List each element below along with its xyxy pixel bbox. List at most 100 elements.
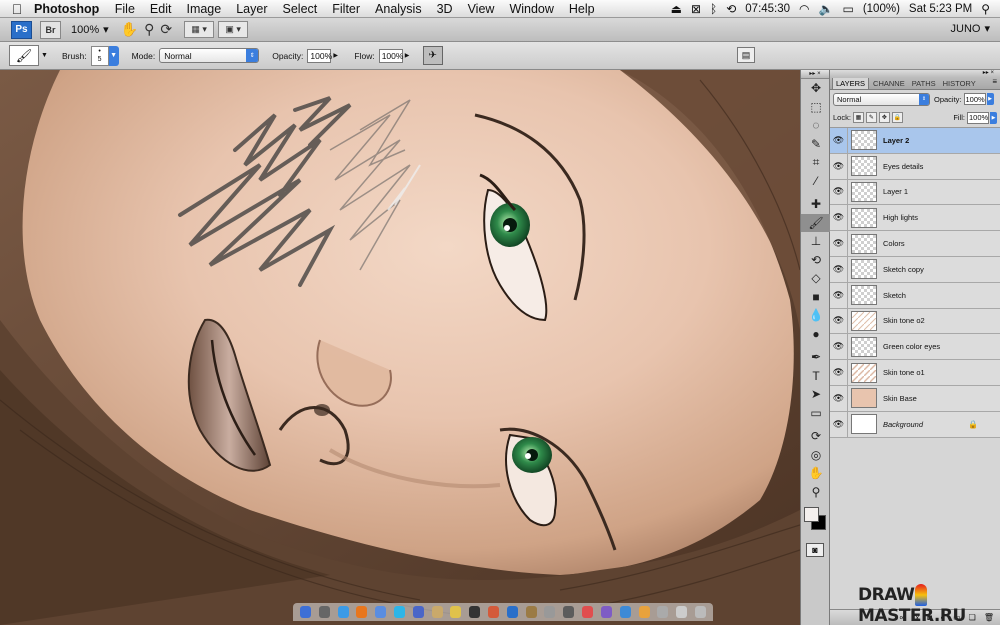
opacity-input[interactable]: 100%	[307, 48, 332, 63]
rotate-view-icon[interactable]: ⟳	[160, 21, 172, 38]
firefox-icon[interactable]	[356, 606, 368, 618]
eye-icon[interactable]: 👁	[830, 411, 848, 437]
x-box-icon[interactable]: ⊠	[691, 2, 701, 16]
time-machine-icon[interactable]: ⟲	[726, 2, 736, 16]
menu-datetime[interactable]: Sat 5:23 PM	[909, 3, 972, 15]
app-menu-name[interactable]: Photoshop	[34, 2, 99, 16]
gradient-tool-icon[interactable]: ■	[801, 288, 831, 307]
layer-row[interactable]: 👁 Eyes details	[830, 153, 1000, 180]
document-canvas[interactable]	[0, 70, 800, 625]
trash-icon[interactable]	[694, 606, 706, 618]
layer-opacity-slider-toggle[interactable]: ▶	[986, 93, 994, 105]
layer-row[interactable]: 👁 Skin tone o2	[830, 308, 1000, 335]
3d-orbit-tool-icon[interactable]: ◎	[801, 446, 831, 465]
mail-icon[interactable]	[375, 606, 387, 618]
tab-paths[interactable]: PATHS	[909, 78, 939, 89]
photoshop-icon[interactable]	[506, 606, 518, 618]
eyedropper-tool-icon[interactable]: ⁄	[801, 172, 831, 191]
menu-window[interactable]: Window	[502, 2, 561, 16]
zoom-tool-icon[interactable]: ⚲	[144, 21, 154, 38]
brush-picker-dropdown[interactable]: ▼	[108, 45, 119, 66]
address-book-icon[interactable]	[431, 606, 443, 618]
shape-tool-icon[interactable]: ▭	[801, 404, 831, 423]
quick-selection-tool-icon[interactable]: ✎	[801, 135, 831, 154]
screen-mode-button[interactable]: ▣ ▾	[218, 21, 249, 38]
chevron-down-icon[interactable]: ▼	[41, 52, 49, 59]
zoom-level-select[interactable]: 100% ▾	[71, 23, 109, 37]
layer-opacity-input[interactable]: 100%	[963, 93, 986, 105]
photo-booth-icon[interactable]	[488, 606, 500, 618]
wifi-icon[interactable]: ◠	[799, 2, 809, 16]
preferences-icon[interactable]	[544, 606, 556, 618]
app-icon[interactable]	[600, 606, 612, 618]
move-tool-icon[interactable]: ✥	[801, 79, 831, 98]
spotlight-icon[interactable]: ⚲	[981, 2, 990, 16]
menu-filter[interactable]: Filter	[325, 2, 368, 16]
layer-row[interactable]: 👁 High lights	[830, 205, 1000, 232]
blur-tool-icon[interactable]: 💧	[801, 306, 831, 325]
bridge-button[interactable]: Br	[40, 20, 61, 39]
notes-icon[interactable]	[450, 606, 462, 618]
crop-tool-icon[interactable]: ⌗	[801, 153, 831, 172]
finder-icon[interactable]	[299, 606, 311, 618]
menu-layer[interactable]: Layer	[229, 2, 275, 16]
layer-row[interactable]: 👁 Skin Base	[830, 385, 1000, 412]
hand-tool-icon[interactable]: ✋	[121, 21, 138, 38]
healing-brush-tool-icon[interactable]: ✚	[801, 195, 831, 214]
calculator-icon[interactable]	[563, 606, 575, 618]
flow-input[interactable]: 100%	[378, 48, 403, 63]
layer-row[interactable]: 👁 Layer 1	[830, 179, 1000, 206]
layer-row[interactable]: 👁 Sketch	[830, 282, 1000, 309]
airbrush-toggle[interactable]: ✈	[422, 46, 443, 65]
eject-icon[interactable]: ⏏	[671, 2, 682, 16]
brush-tool-icon[interactable]: 🖌	[801, 213, 831, 232]
clone-stamp-tool-icon[interactable]: ⊥	[801, 232, 831, 251]
lock-pixels-icon[interactable]: ✎	[865, 112, 877, 123]
documents-stack-icon[interactable]	[676, 606, 688, 618]
dashboard-icon[interactable]	[318, 606, 330, 618]
eye-icon[interactable]: 👁	[830, 153, 848, 179]
layer-row[interactable]: 👁 Sketch copy	[830, 256, 1000, 283]
menu-file[interactable]: File	[107, 2, 142, 16]
lock-position-icon[interactable]: ✥	[878, 112, 890, 123]
opacity-slider-toggle[interactable]: ▶	[333, 52, 341, 59]
menu-select[interactable]: Select	[275, 2, 325, 16]
brush-picker[interactable]: • 5	[90, 45, 109, 66]
fill-input[interactable]: 100%	[967, 111, 989, 124]
eye-icon[interactable]: 👁	[830, 385, 848, 411]
tab-layers[interactable]: LAYERS	[832, 77, 870, 89]
path-selection-tool-icon[interactable]: ➤	[801, 385, 831, 404]
hand-tool-icon[interactable]: ✋	[801, 464, 831, 483]
panel-collapse-header[interactable]: ▸▸ ×	[830, 70, 1000, 78]
eye-icon[interactable]: 👁	[830, 205, 848, 231]
lasso-tool-icon[interactable]: ◌	[801, 116, 831, 135]
skype-icon[interactable]	[393, 606, 405, 618]
pen-tool-icon[interactable]: ✒	[801, 348, 831, 367]
eye-icon[interactable]: 👁	[830, 256, 848, 282]
illustrator-icon[interactable]	[525, 606, 537, 618]
eye-icon[interactable]: 👁	[830, 231, 848, 256]
zoom-tool-icon[interactable]: ⚲	[801, 483, 831, 502]
eye-icon[interactable]: 👁	[830, 308, 848, 334]
layer-row[interactable]: 👁 Background 🔒	[830, 411, 1000, 438]
arrange-documents-button[interactable]: ▦ ▾	[184, 21, 215, 38]
eraser-tool-icon[interactable]: ◇	[801, 269, 831, 288]
foreground-color-swatch[interactable]	[804, 507, 819, 522]
tools-panel-header[interactable]: ▸▸ ×	[801, 70, 829, 79]
calendar-icon[interactable]	[582, 606, 594, 618]
3d-rotate-tool-icon[interactable]: ⟳	[801, 427, 831, 446]
bluetooth-icon[interactable]: ᛒ	[710, 2, 717, 16]
eye-icon[interactable]: 👁	[830, 282, 848, 308]
eye-icon[interactable]: 👁	[830, 128, 848, 153]
layer-row[interactable]: 👁 Layer 2	[830, 128, 1000, 154]
battery-icon[interactable]: ▭	[842, 2, 853, 16]
volume-icon[interactable]: 🔈	[819, 2, 834, 16]
downloads-stack-icon[interactable]	[657, 606, 669, 618]
eye-icon[interactable]: 👁	[830, 360, 848, 385]
menu-analysis[interactable]: Analysis	[368, 2, 430, 16]
brush-tool-preset-picker[interactable]: 🖌	[9, 45, 39, 66]
history-brush-tool-icon[interactable]: ⟲	[801, 251, 831, 270]
toggle-brush-panel-button[interactable]: ▤	[737, 47, 755, 63]
menu-edit[interactable]: Edit	[142, 2, 179, 16]
app-icon[interactable]	[619, 606, 631, 618]
